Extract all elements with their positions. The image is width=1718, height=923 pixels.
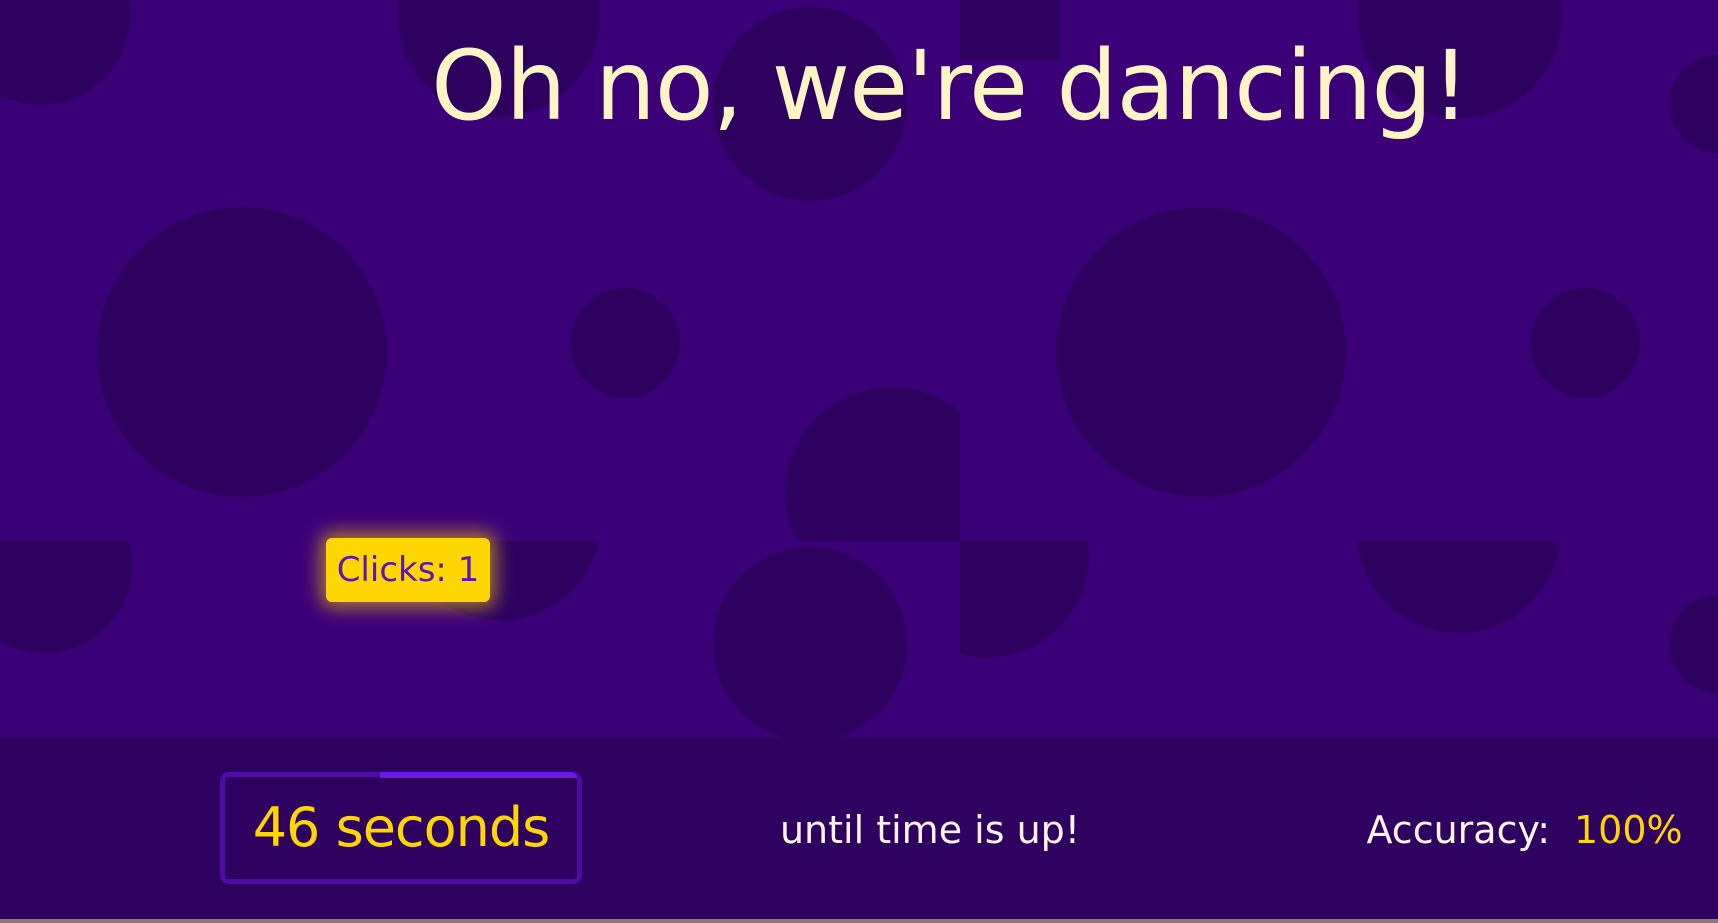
bg-circle xyxy=(97,207,387,497)
accuracy-value: 100% xyxy=(1574,808,1683,852)
game-stage[interactable]: Oh no, we're dancing! Clicks: 1 46 secon… xyxy=(0,0,1718,923)
bg-circle xyxy=(713,547,907,741)
accuracy-label: Accuracy: xyxy=(1366,808,1550,852)
bg-circle xyxy=(1530,288,1640,398)
footer-divider xyxy=(0,919,1718,923)
game-title: Oh no, we're dancing! xyxy=(431,30,1470,142)
timer-caption: until time is up! xyxy=(779,808,1081,852)
clicks-counter-button[interactable]: Clicks: 1 xyxy=(326,538,490,602)
timer-seconds: 46 seconds xyxy=(252,796,551,859)
bg-circle xyxy=(1056,207,1346,497)
bg-circle xyxy=(570,288,680,398)
